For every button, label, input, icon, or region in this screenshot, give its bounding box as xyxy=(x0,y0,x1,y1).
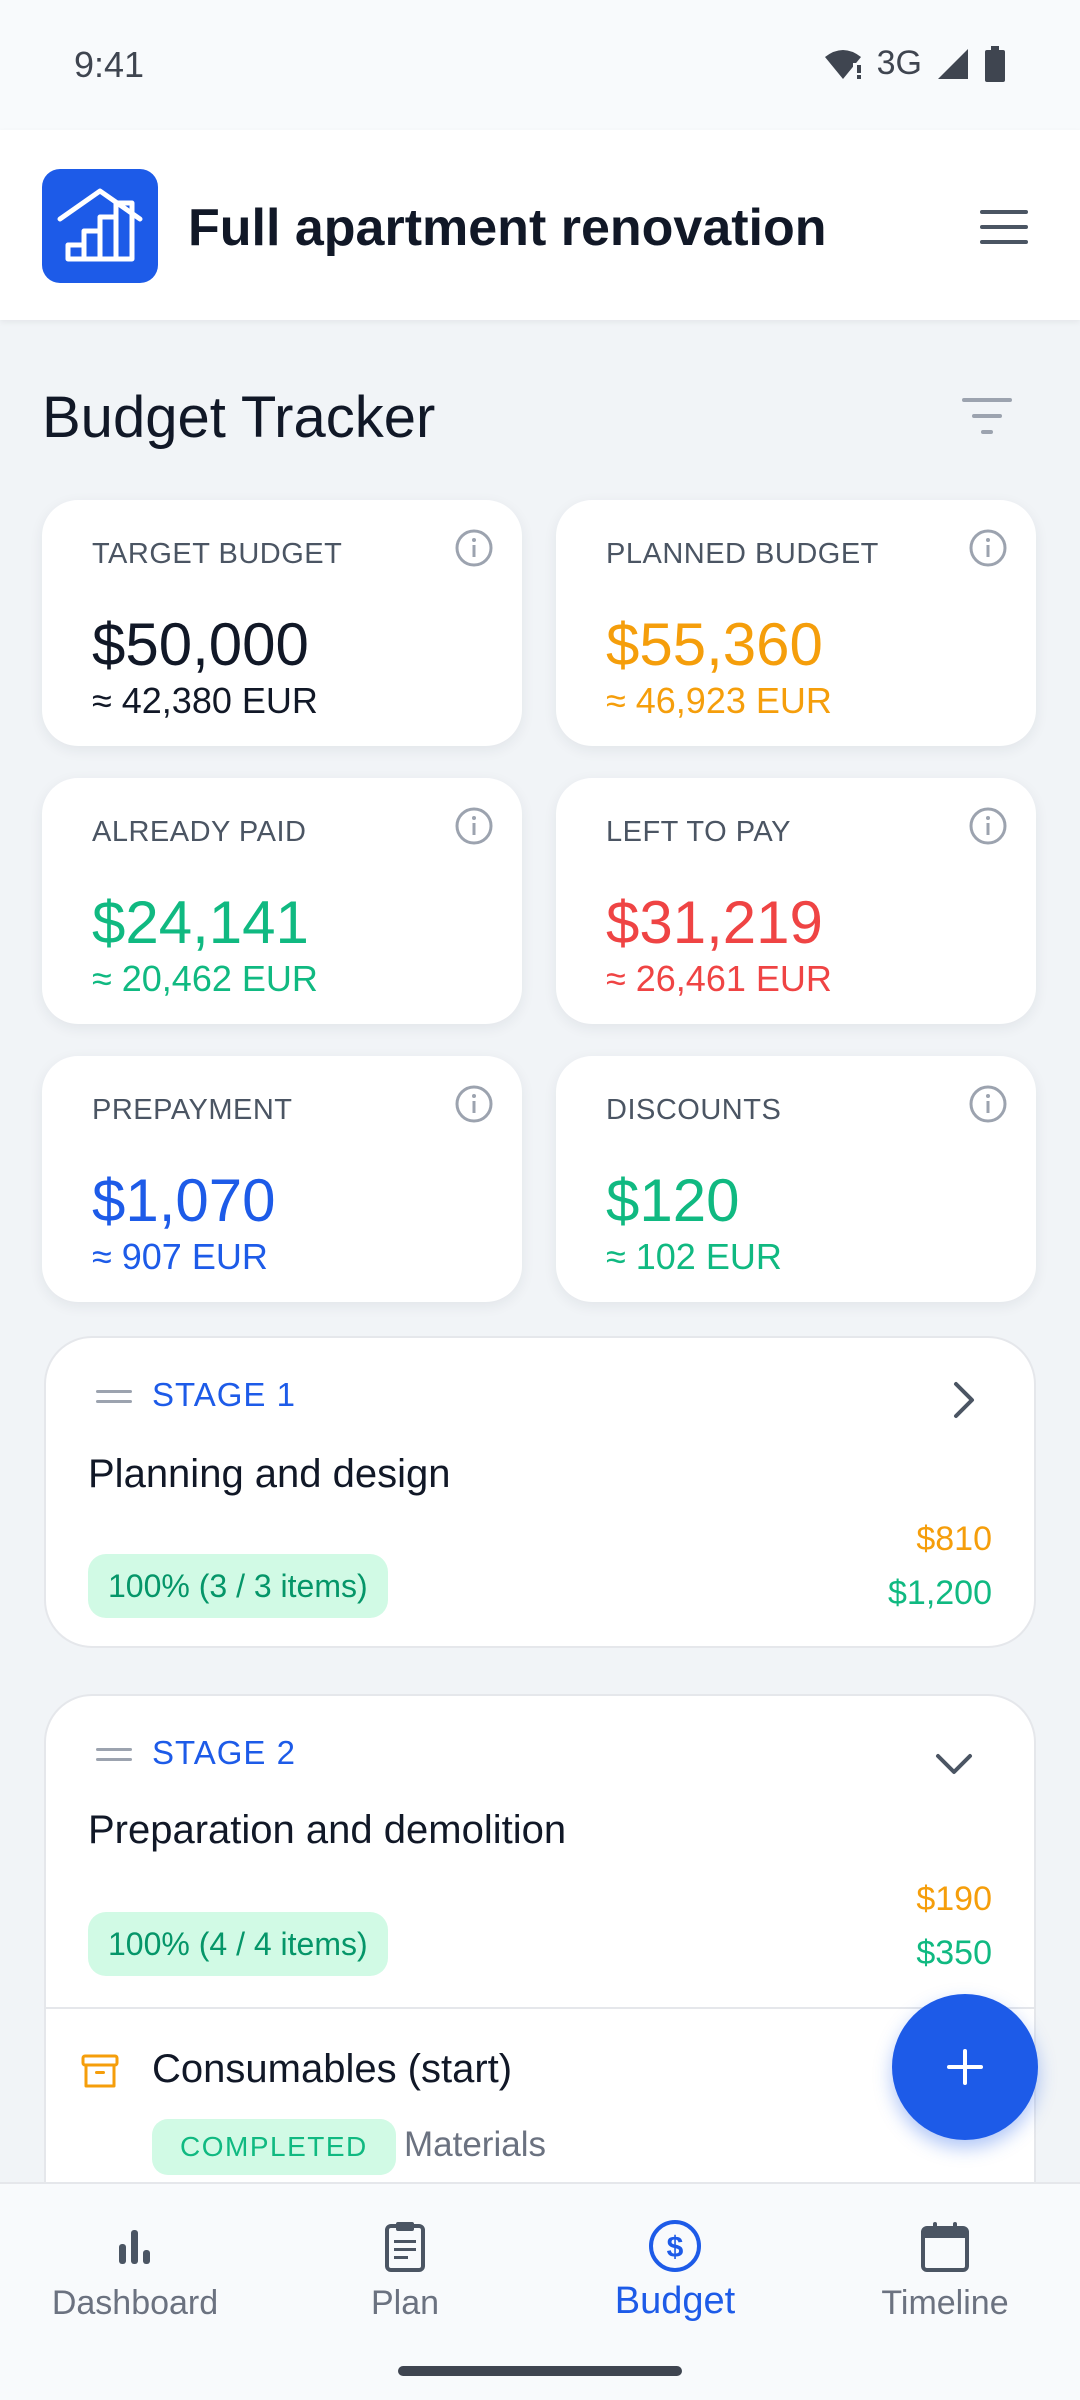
stage-label: STAGE 2 xyxy=(152,1734,296,1771)
filter-button[interactable] xyxy=(960,396,1014,436)
status-badge: COMPLETED xyxy=(152,2119,396,2175)
card-value: $50,000 xyxy=(92,611,309,678)
nav-label: Timeline xyxy=(881,2284,1009,2322)
item-category: Materials xyxy=(404,2125,546,2164)
chevron-down-icon[interactable] xyxy=(934,1748,974,1778)
stage-actual-amount: $1,200 xyxy=(888,1574,992,1612)
svg-text:$: $ xyxy=(667,2231,684,2264)
status-bar: 9:41 3G xyxy=(0,0,1080,130)
network-type: 3G xyxy=(876,44,922,82)
nav-item-timeline[interactable]: Timeline xyxy=(810,2184,1080,2334)
progress-pill: 100% (3 / 3 items) xyxy=(88,1554,388,1618)
bar-chart-icon xyxy=(119,2230,150,2264)
already-paid-card: ALREADY PAID $24,141 ≈ 20,462 EUR xyxy=(42,778,522,1024)
budget-item-row[interactable]: Consumables (start) COMPLETED Materials xyxy=(46,2007,1034,2197)
card-value: $120 xyxy=(606,1167,740,1234)
stage-name: Preparation and demolition xyxy=(88,1808,567,1852)
app-logo xyxy=(42,169,158,283)
plus-icon xyxy=(947,2049,983,2085)
card-label: DISCOUNTS xyxy=(606,1094,782,1126)
stairs-house-icon xyxy=(57,188,143,262)
wifi-icon xyxy=(824,49,861,79)
stage-card-2[interactable]: STAGE 2 Preparation and demolition 100% … xyxy=(44,1694,1036,2214)
card-value: $24,141 xyxy=(92,889,309,956)
archive-box-icon xyxy=(81,2054,119,2088)
chevron-right-icon[interactable] xyxy=(948,1380,978,1420)
card-label: TARGET BUDGET xyxy=(92,538,343,570)
info-icon[interactable] xyxy=(968,806,1008,846)
calendar-icon xyxy=(921,2222,969,2272)
card-sub-value: ≈ 102 EUR xyxy=(606,1236,782,1277)
card-value: $31,219 xyxy=(606,889,823,956)
hamburger-icon xyxy=(980,210,1028,244)
target-budget-card: TARGET BUDGET $50,000 ≈ 42,380 EUR xyxy=(42,500,522,746)
stage-planned-amount: $810 xyxy=(916,1520,992,1558)
page-title: Budget Tracker xyxy=(42,385,436,450)
card-label: LEFT TO PAY xyxy=(606,816,791,848)
stage-actual-amount: $350 xyxy=(916,1934,992,1972)
nav-item-dashboard[interactable]: Dashboard xyxy=(0,2184,270,2334)
left-to-pay-card: LEFT TO PAY $31,219 ≈ 26,461 EUR xyxy=(556,778,1036,1024)
card-value: $55,360 xyxy=(606,611,823,678)
clipboard-icon xyxy=(385,2222,425,2272)
discounts-card: DISCOUNTS $120 ≈ 102 EUR xyxy=(556,1056,1036,1302)
status-icons: 3G xyxy=(823,44,1006,83)
dollar-circle-icon: $ xyxy=(649,2220,701,2272)
card-label: PLANNED BUDGET xyxy=(606,538,879,570)
stage-name: Planning and design xyxy=(88,1452,451,1496)
card-sub-value: ≈ 26,461 EUR xyxy=(606,958,832,999)
card-label: ALREADY PAID xyxy=(92,816,307,848)
drag-handle-icon[interactable] xyxy=(96,1388,132,1406)
card-sub-value: ≈ 907 EUR xyxy=(92,1236,268,1277)
nav-label: Plan xyxy=(370,2284,440,2322)
nav-label: Budget xyxy=(614,2280,736,2322)
info-icon[interactable] xyxy=(968,1084,1008,1124)
info-icon[interactable] xyxy=(454,1084,494,1124)
card-label: PREPAYMENT xyxy=(92,1094,293,1126)
nav-label: Dashboard xyxy=(51,2284,219,2322)
card-sub-value: ≈ 20,462 EUR xyxy=(92,958,318,999)
info-icon[interactable] xyxy=(454,528,494,568)
info-icon[interactable] xyxy=(968,528,1008,568)
stage-card-1[interactable]: STAGE 1 Planning and design 100% (3 / 3 … xyxy=(44,1336,1036,1648)
signal-icon xyxy=(938,48,968,79)
stage-planned-amount: $190 xyxy=(916,1880,992,1918)
home-indicator[interactable] xyxy=(398,2366,682,2376)
nav-item-plan[interactable]: Plan xyxy=(270,2184,540,2334)
progress-pill: 100% (4 / 4 items) xyxy=(88,1912,388,1976)
filter-icon xyxy=(962,398,1012,434)
card-value: $1,070 xyxy=(92,1167,276,1234)
card-sub-value: ≈ 42,380 EUR xyxy=(92,680,318,721)
battery-icon xyxy=(985,45,1005,82)
card-sub-value: ≈ 46,923 EUR xyxy=(606,680,832,721)
item-name: Consumables (start) xyxy=(152,2047,513,2091)
status-time: 9:41 xyxy=(74,44,145,85)
stage-label: STAGE 1 xyxy=(152,1376,296,1413)
app-header: Full apartment renovation xyxy=(0,130,1080,320)
planned-budget-card: PLANNED BUDGET $55,360 ≈ 46,923 EUR xyxy=(556,500,1036,746)
project-title: Full apartment renovation xyxy=(188,199,827,257)
info-icon[interactable] xyxy=(454,806,494,846)
menu-button[interactable] xyxy=(980,210,1028,244)
prepayment-card: PREPAYMENT $1,070 ≈ 907 EUR xyxy=(42,1056,522,1302)
add-item-button[interactable] xyxy=(892,1994,1038,2140)
drag-handle-icon[interactable] xyxy=(96,1746,132,1764)
nav-item-budget[interactable]: $ Budget xyxy=(540,2184,810,2334)
